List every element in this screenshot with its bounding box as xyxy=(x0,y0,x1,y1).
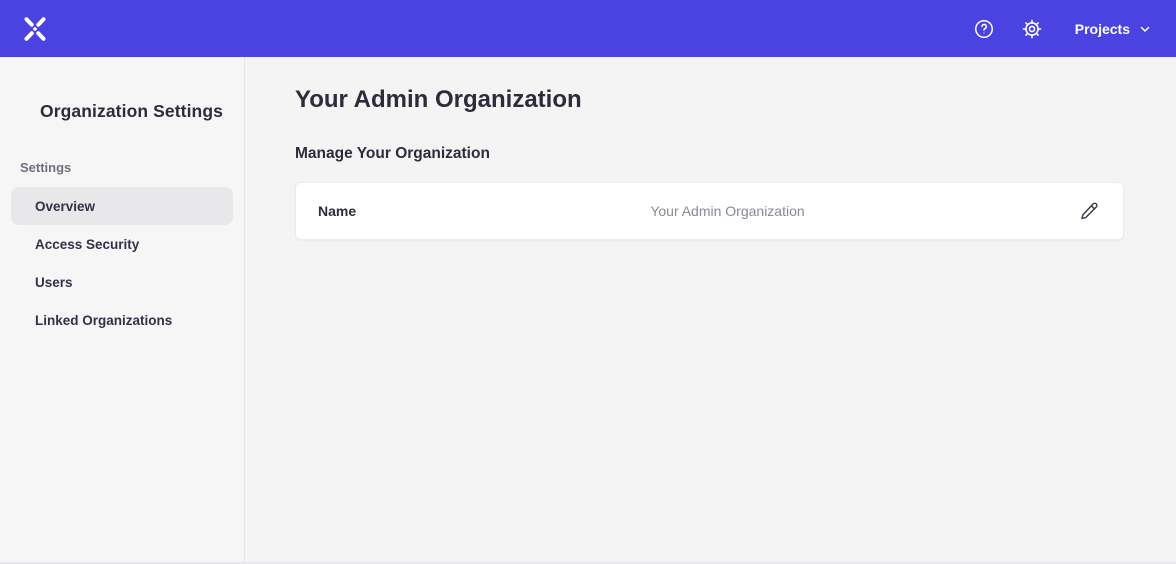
sidebar-section-label: Settings xyxy=(20,160,244,175)
sidebar-item-label: Users xyxy=(35,275,73,290)
sidebar-item-label: Overview xyxy=(35,199,95,214)
topbar-actions: Projects xyxy=(973,18,1151,40)
sidebar-item-label: Access Security xyxy=(35,237,139,252)
sidebar-nav: Overview Access Security Users Linked Or… xyxy=(11,187,233,339)
help-icon xyxy=(973,18,995,40)
edit-name-button[interactable] xyxy=(1077,199,1101,223)
sidebar-item-label: Linked Organizations xyxy=(35,313,172,328)
chevron-down-icon xyxy=(1139,23,1151,35)
home-logo-button[interactable] xyxy=(20,14,50,44)
settings-button[interactable] xyxy=(1021,18,1043,40)
projects-menu-button[interactable]: Projects xyxy=(1075,21,1151,37)
section-title: Manage Your Organization xyxy=(295,145,1124,163)
app-shell: Organization Settings Settings Overview … xyxy=(0,57,1176,564)
projects-menu-label: Projects xyxy=(1075,21,1130,37)
sidebar-item-access-security[interactable]: Access Security xyxy=(11,225,233,263)
help-button[interactable] xyxy=(973,18,995,40)
top-nav-bar: Projects xyxy=(0,0,1176,57)
page-title: Your Admin Organization xyxy=(295,85,1124,115)
sidebar-item-linked-organizations[interactable]: Linked Organizations xyxy=(11,301,233,339)
sidebar-title: Organization Settings xyxy=(40,101,244,122)
name-field-label: Name xyxy=(318,203,378,219)
name-field-value: Your Admin Organization xyxy=(378,203,1077,219)
sidebar: Organization Settings Settings Overview … xyxy=(0,57,245,564)
edit-pencil-icon xyxy=(1079,201,1099,221)
name-card: Name Your Admin Organization xyxy=(295,182,1124,240)
main-content: Your Admin Organization Manage Your Orga… xyxy=(245,57,1176,564)
mendix-x-logo-icon xyxy=(20,14,50,44)
gear-icon xyxy=(1021,18,1043,40)
sidebar-item-users[interactable]: Users xyxy=(11,263,233,301)
sidebar-item-overview[interactable]: Overview xyxy=(11,187,233,225)
